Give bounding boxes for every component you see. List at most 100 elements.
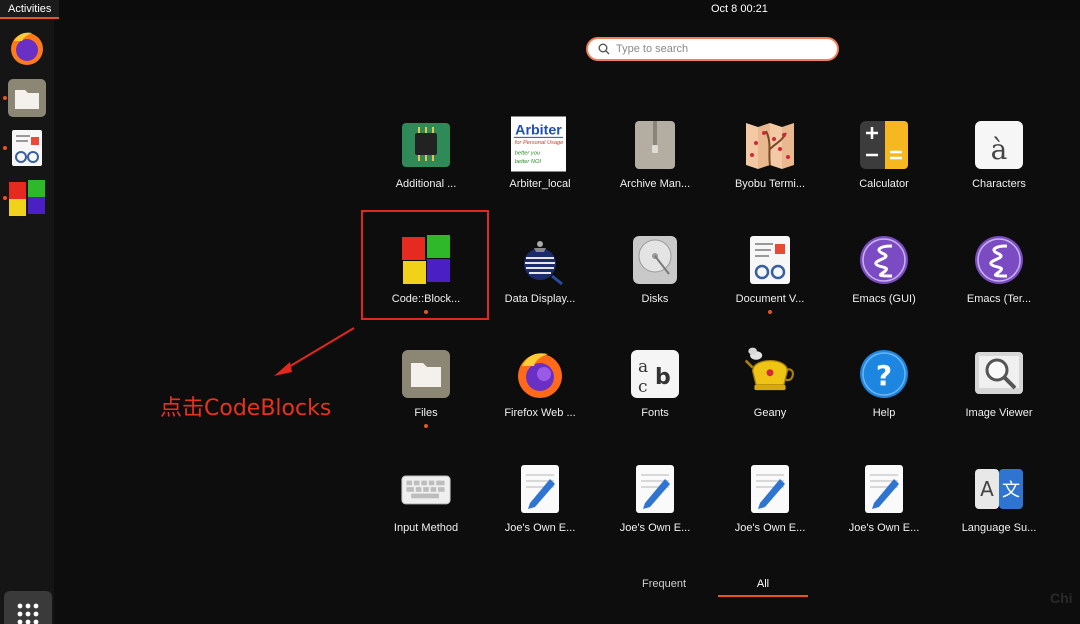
- app-byobu-terminal[interactable]: Byobu Termi...: [718, 119, 822, 219]
- app-emacs-terminal[interactable]: Emacs (Ter...: [947, 234, 1051, 334]
- app-joes-own-editor-2[interactable]: Joe's Own E...: [603, 463, 707, 563]
- language-icon: A 文: [975, 469, 1023, 509]
- app-image-viewer[interactable]: Image Viewer: [947, 348, 1051, 448]
- running-indicator: [768, 310, 772, 314]
- app-help[interactable]: ? Help: [832, 348, 936, 448]
- app-characters[interactable]: à Characters: [947, 119, 1051, 219]
- emacs-icon: [975, 236, 1023, 284]
- dock-document-viewer[interactable]: [6, 127, 48, 169]
- app-joes-own-editor-3[interactable]: Joe's Own E...: [718, 463, 822, 563]
- app-label: Joe's Own E...: [848, 522, 920, 534]
- app-emacs-gui[interactable]: Emacs (GUI): [832, 234, 936, 334]
- app-label: Files: [414, 407, 438, 419]
- annotation-text: 点击CodeBlocks: [160, 396, 332, 421]
- dock-codeblocks[interactable]: [6, 177, 48, 219]
- search-icon: [598, 43, 610, 55]
- app-label: Emacs (GUI): [852, 293, 916, 305]
- app-label: Joe's Own E...: [504, 522, 576, 534]
- app-label: Input Method: [393, 522, 459, 534]
- top-bar: Activities Oct 8 00:21: [0, 0, 1080, 19]
- app-label: Image Viewer: [965, 407, 1033, 419]
- app-document-viewer[interactable]: Document V...: [718, 234, 822, 334]
- app-label: Firefox Web ...: [504, 407, 576, 419]
- app-label: Additional ...: [395, 178, 457, 190]
- characters-glyph: à: [991, 133, 1008, 166]
- arbiter-line-2: better NOI: [515, 158, 542, 164]
- app-label: Help: [872, 407, 896, 419]
- firefox-icon: [518, 353, 562, 398]
- app-input-method[interactable]: Input Method: [374, 463, 478, 563]
- document-viewer-icon: [12, 130, 42, 166]
- svg-text:b: b: [655, 365, 671, 390]
- app-firefox[interactable]: Firefox Web ...: [488, 348, 592, 448]
- app-calculator[interactable]: Calculator: [832, 119, 936, 219]
- codeblocks-icon: [9, 180, 45, 216]
- tab-all[interactable]: All: [718, 578, 808, 590]
- show-applications-button[interactable]: [4, 591, 52, 624]
- dock: [0, 19, 54, 624]
- app-label: Characters: [972, 178, 1026, 190]
- app-label: Calculator: [859, 178, 909, 190]
- files-icon: [402, 350, 450, 398]
- app-archive-manager[interactable]: Archive Man...: [603, 119, 707, 219]
- fonts-icon: a c b: [631, 350, 679, 398]
- app-label: Joe's Own E...: [734, 522, 806, 534]
- app-label: Language Su...: [961, 522, 1037, 534]
- app-label: Joe's Own E...: [619, 522, 691, 534]
- geany-icon: [744, 347, 794, 391]
- tab-frequent[interactable]: Frequent: [620, 578, 708, 590]
- app-additional-drivers[interactable]: Additional ...: [374, 119, 478, 219]
- running-indicator: [424, 424, 428, 428]
- show-applications-icon: [17, 603, 39, 624]
- image-viewer-icon: [975, 352, 1023, 394]
- firefox-icon: [11, 32, 43, 65]
- ddd-icon: [524, 241, 563, 286]
- active-tab-indicator: [718, 595, 808, 597]
- disks-icon: [633, 236, 677, 284]
- dock-files[interactable]: [6, 77, 48, 119]
- app-joes-own-editor-4[interactable]: Joe's Own E...: [832, 463, 936, 563]
- language-glyph-cjk: 文: [1002, 480, 1020, 501]
- app-label: Arbiter_local: [509, 178, 571, 190]
- app-files[interactable]: Files: [374, 348, 478, 448]
- app-data-display-debugger[interactable]: Data Display...: [488, 234, 592, 334]
- search-input[interactable]: [616, 42, 826, 56]
- app-joes-own-editor-1[interactable]: Joe's Own E...: [488, 463, 592, 563]
- chip-icon: [402, 123, 450, 167]
- app-label: Data Display...: [504, 293, 576, 305]
- app-disks[interactable]: Disks: [603, 234, 707, 334]
- arbiter-line-1: better you: [515, 150, 541, 156]
- text-editor-icon: [636, 465, 674, 513]
- app-label: Fonts: [641, 407, 669, 419]
- clock[interactable]: Oct 8 00:21: [711, 0, 768, 19]
- running-indicator: [3, 196, 7, 200]
- text-editor-icon: [751, 465, 789, 513]
- app-label: Document V...: [735, 293, 805, 305]
- app-label: Geany: [753, 407, 787, 419]
- calculator-icon: [860, 121, 908, 169]
- activities-button[interactable]: Activities: [0, 0, 60, 19]
- emacs-icon: [860, 236, 908, 284]
- help-glyph: ?: [876, 359, 892, 392]
- keyboard-icon: [401, 475, 451, 505]
- document-viewer-icon: [750, 236, 790, 284]
- search-box[interactable]: [586, 37, 839, 61]
- app-label: Archive Man...: [619, 178, 691, 190]
- app-geany[interactable]: Geany: [718, 347, 822, 448]
- app-language-support[interactable]: A 文 Language Su...: [947, 463, 1051, 563]
- text-editor-icon: [865, 465, 903, 513]
- files-icon: [8, 79, 46, 117]
- app-arbiter-local[interactable]: Arbiter for Personal Usage better you be…: [488, 116, 592, 219]
- app-fonts[interactable]: a c b Fonts: [603, 348, 707, 448]
- running-indicator: [3, 96, 7, 100]
- dock-firefox[interactable]: [6, 27, 48, 69]
- running-indicator: [3, 146, 7, 150]
- language-glyph-latin: A: [980, 477, 994, 501]
- app-label: Byobu Termi...: [734, 178, 806, 190]
- app-label: Emacs (Ter...: [966, 293, 1032, 305]
- app-label: Disks: [641, 293, 669, 305]
- annotation-highlight-box: [361, 210, 489, 320]
- help-icon: ?: [860, 350, 908, 398]
- arbiter-title: Arbiter: [515, 122, 562, 138]
- arbiter-subtitle: for Personal Usage: [515, 140, 564, 146]
